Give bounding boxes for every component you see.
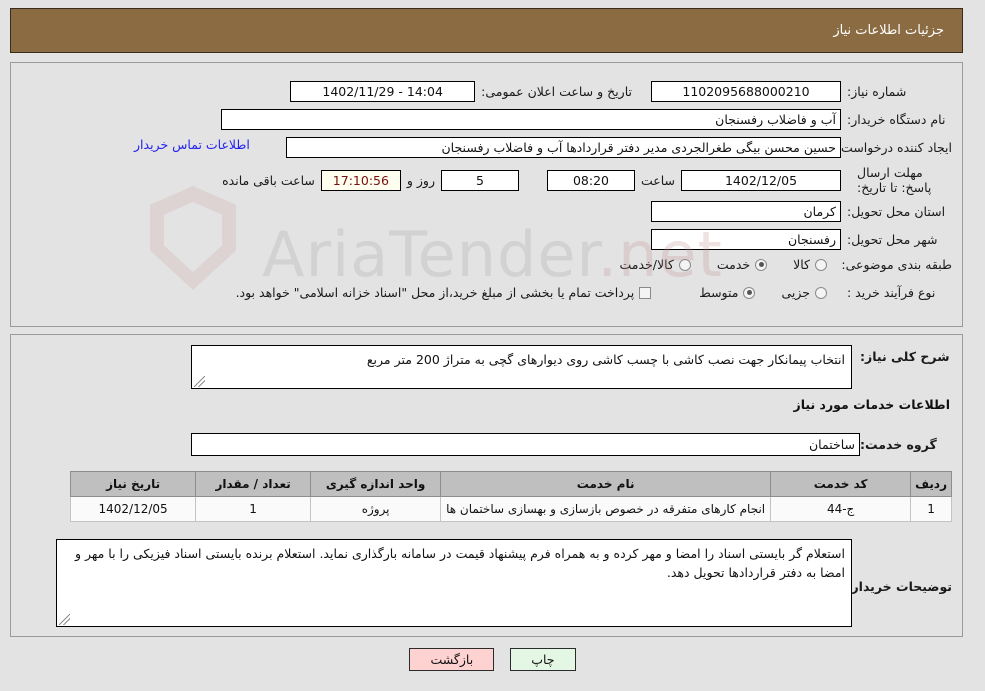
radio-option-medium[interactable]: متوسط xyxy=(699,285,756,300)
need-number-label: شماره نیاز: xyxy=(847,84,907,99)
delivery-city-value: رفسنجان xyxy=(651,229,841,250)
radio-minor-icon[interactable] xyxy=(815,286,827,299)
need-info-panel: شماره نیاز: 1102095688000210 تاریخ و ساع… xyxy=(10,62,963,327)
request-creator-value: حسین محسن بیگی طغرالجردی مدیر دفتر قرارد… xyxy=(286,137,841,158)
radio-goods-service-icon[interactable] xyxy=(678,258,691,271)
row-delivery-city: شهر محل تحویل: رفسنجان xyxy=(651,229,952,250)
deadline-days-value: 5 xyxy=(440,169,519,191)
request-creator-label: ایجاد کننده درخواست: xyxy=(836,140,952,155)
col-service-code: کد خدمت xyxy=(770,471,912,497)
radio-option-goods[interactable]: کالا xyxy=(793,257,827,272)
table-header-row: ردیف کد خدمت نام خدمت واحد اندازه گیری ت… xyxy=(70,471,952,497)
row-response-deadline: مهلت ارسال پاسخ: تا تاریخ: 1402/12/05 سا… xyxy=(216,165,952,195)
footer-button-bar: بازگشت چاپ xyxy=(0,648,985,671)
col-service-name: نام خدمت xyxy=(440,471,772,497)
col-index: ردیف xyxy=(910,471,952,497)
col-quantity: تعداد / مقدار xyxy=(195,471,312,497)
row-request-creator: ایجاد کننده درخواست: حسین محسن بیگی طغرا… xyxy=(286,137,952,158)
services-table: ردیف کد خدمت نام خدمت واحد اندازه گیری ت… xyxy=(70,471,952,522)
radio-minor-label: جزیی xyxy=(781,285,810,300)
buyer-notes-textarea[interactable]: استعلام گر بایستی اسناد را امضا و مهر کر… xyxy=(56,539,852,627)
cell-index: 1 xyxy=(910,496,952,522)
radio-medium-label: متوسط xyxy=(699,285,739,300)
radio-service-label: خدمت xyxy=(716,257,751,272)
checkbox-islamic-treasury-icon[interactable] xyxy=(639,286,652,299)
col-need-date: تاریخ نیاز xyxy=(70,471,197,497)
general-description-label: شرح کلی نیاز: xyxy=(860,349,950,364)
need-number-value: 1102095688000210 xyxy=(651,81,841,102)
back-button[interactable]: بازگشت xyxy=(409,648,495,671)
cell-need-date: 1402/12/05 xyxy=(70,496,197,522)
row-need-number: شماره نیاز: 1102095688000210 xyxy=(651,81,952,102)
service-group-label: گروه خدمت: xyxy=(860,437,937,452)
cell-unit: پروژه xyxy=(310,496,442,522)
delivery-city-label: شهر محل تحویل: xyxy=(847,232,938,247)
print-button[interactable]: چاپ xyxy=(510,648,576,671)
radio-option-goods-service[interactable]: کالا/خدمت xyxy=(619,257,691,272)
public-announcement-value: 14:04 - 1402/11/29 xyxy=(290,81,476,102)
radio-goods-label: کالا xyxy=(793,257,810,272)
row-purchase-process: نوع فرآیند خرید : جزیی متوسط پرداخت تمام… xyxy=(210,285,952,300)
radio-option-service[interactable]: خدمت xyxy=(716,257,768,272)
row-buyer-notes: توضیحات خریدار: xyxy=(846,579,952,594)
checkbox-islamic-treasury-label: پرداخت تمام یا بخشی از مبلغ خرید،از محل … xyxy=(235,285,635,300)
services-section-title: اطلاعات خدمات مورد نیاز xyxy=(793,397,951,412)
row-buyer-contact: اطلاعات تماس خریدار xyxy=(134,137,250,152)
radio-goods-icon[interactable] xyxy=(815,258,827,271)
row-service-group: گروه خدمت: ساختمان xyxy=(191,433,952,456)
purchase-process-label: نوع فرآیند خرید : xyxy=(847,285,936,300)
cell-service-name: انجام کارهای متفرقه در خصوص بازسازی و به… xyxy=(440,496,772,522)
response-deadline-label: مهلت ارسال پاسخ: تا تاریخ: xyxy=(857,165,932,195)
buyer-org-label: نام دستگاه خریدار: xyxy=(847,112,946,127)
delivery-province-value: کرمان xyxy=(651,201,841,222)
col-unit: واحد اندازه گیری xyxy=(310,471,442,497)
delivery-province-label: استان محل تحویل: xyxy=(847,204,946,219)
deadline-time-value: 08:20 xyxy=(546,169,635,191)
cell-service-code: ج-44 xyxy=(770,496,912,522)
row-general-description: شرح کلی نیاز: xyxy=(860,349,952,364)
public-announcement-label: تاریخ و ساعت اعلان عمومی: xyxy=(481,84,632,99)
general-description-textarea[interactable]: انتخاب پیمانکار جهت نصب کاشی با چسب کاشی… xyxy=(191,345,852,389)
subject-category-label: طبقه بندی موضوعی: xyxy=(841,257,952,272)
deadline-countdown-suffix-label: ساعت باقی مانده xyxy=(222,172,315,188)
row-buyer-org: نام دستگاه خریدار: آب و فاضلاب رفسنجان xyxy=(221,109,952,130)
buyer-org-value: آب و فاضلاب رفسنجان xyxy=(221,109,841,130)
table-row[interactable]: 1 ج-44 انجام کارهای متفرقه در خصوص بازسا… xyxy=(70,496,952,522)
deadline-countdown-value: 17:10:56 xyxy=(320,169,401,191)
buyer-notes-label: توضیحات خریدار: xyxy=(846,579,952,594)
radio-goods-service-label: کالا/خدمت xyxy=(619,257,674,272)
need-details-panel: شرح کلی نیاز: انتخاب پیمانکار جهت نصب کا… xyxy=(10,334,963,637)
page-header: جزئیات اطلاعات نیاز xyxy=(10,8,963,53)
cell-quantity: 1 xyxy=(195,496,312,522)
service-group-value: ساختمان xyxy=(191,433,860,456)
page-title: جزئیات اطلاعات نیاز xyxy=(833,23,944,38)
deadline-date-value: 1402/12/05 xyxy=(681,169,841,191)
deadline-time-label: ساعت xyxy=(640,172,675,188)
buyer-contact-link[interactable]: اطلاعات تماس خریدار xyxy=(134,137,250,152)
deadline-days-suffix-label: روز و xyxy=(406,172,435,188)
checkbox-islamic-treasury[interactable]: پرداخت تمام یا بخشی از مبلغ خرید،از محل … xyxy=(236,285,652,300)
row-public-announcement: تاریخ و ساعت اعلان عمومی: 14:04 - 1402/1… xyxy=(290,81,632,102)
row-subject-category: طبقه بندی موضوعی: کالا خدمت کالا/خدمت xyxy=(593,257,952,272)
row-delivery-province: استان محل تحویل: کرمان xyxy=(651,201,952,222)
radio-option-minor[interactable]: جزیی xyxy=(781,285,827,300)
radio-service-icon[interactable] xyxy=(755,258,768,271)
radio-medium-icon[interactable] xyxy=(743,286,756,299)
